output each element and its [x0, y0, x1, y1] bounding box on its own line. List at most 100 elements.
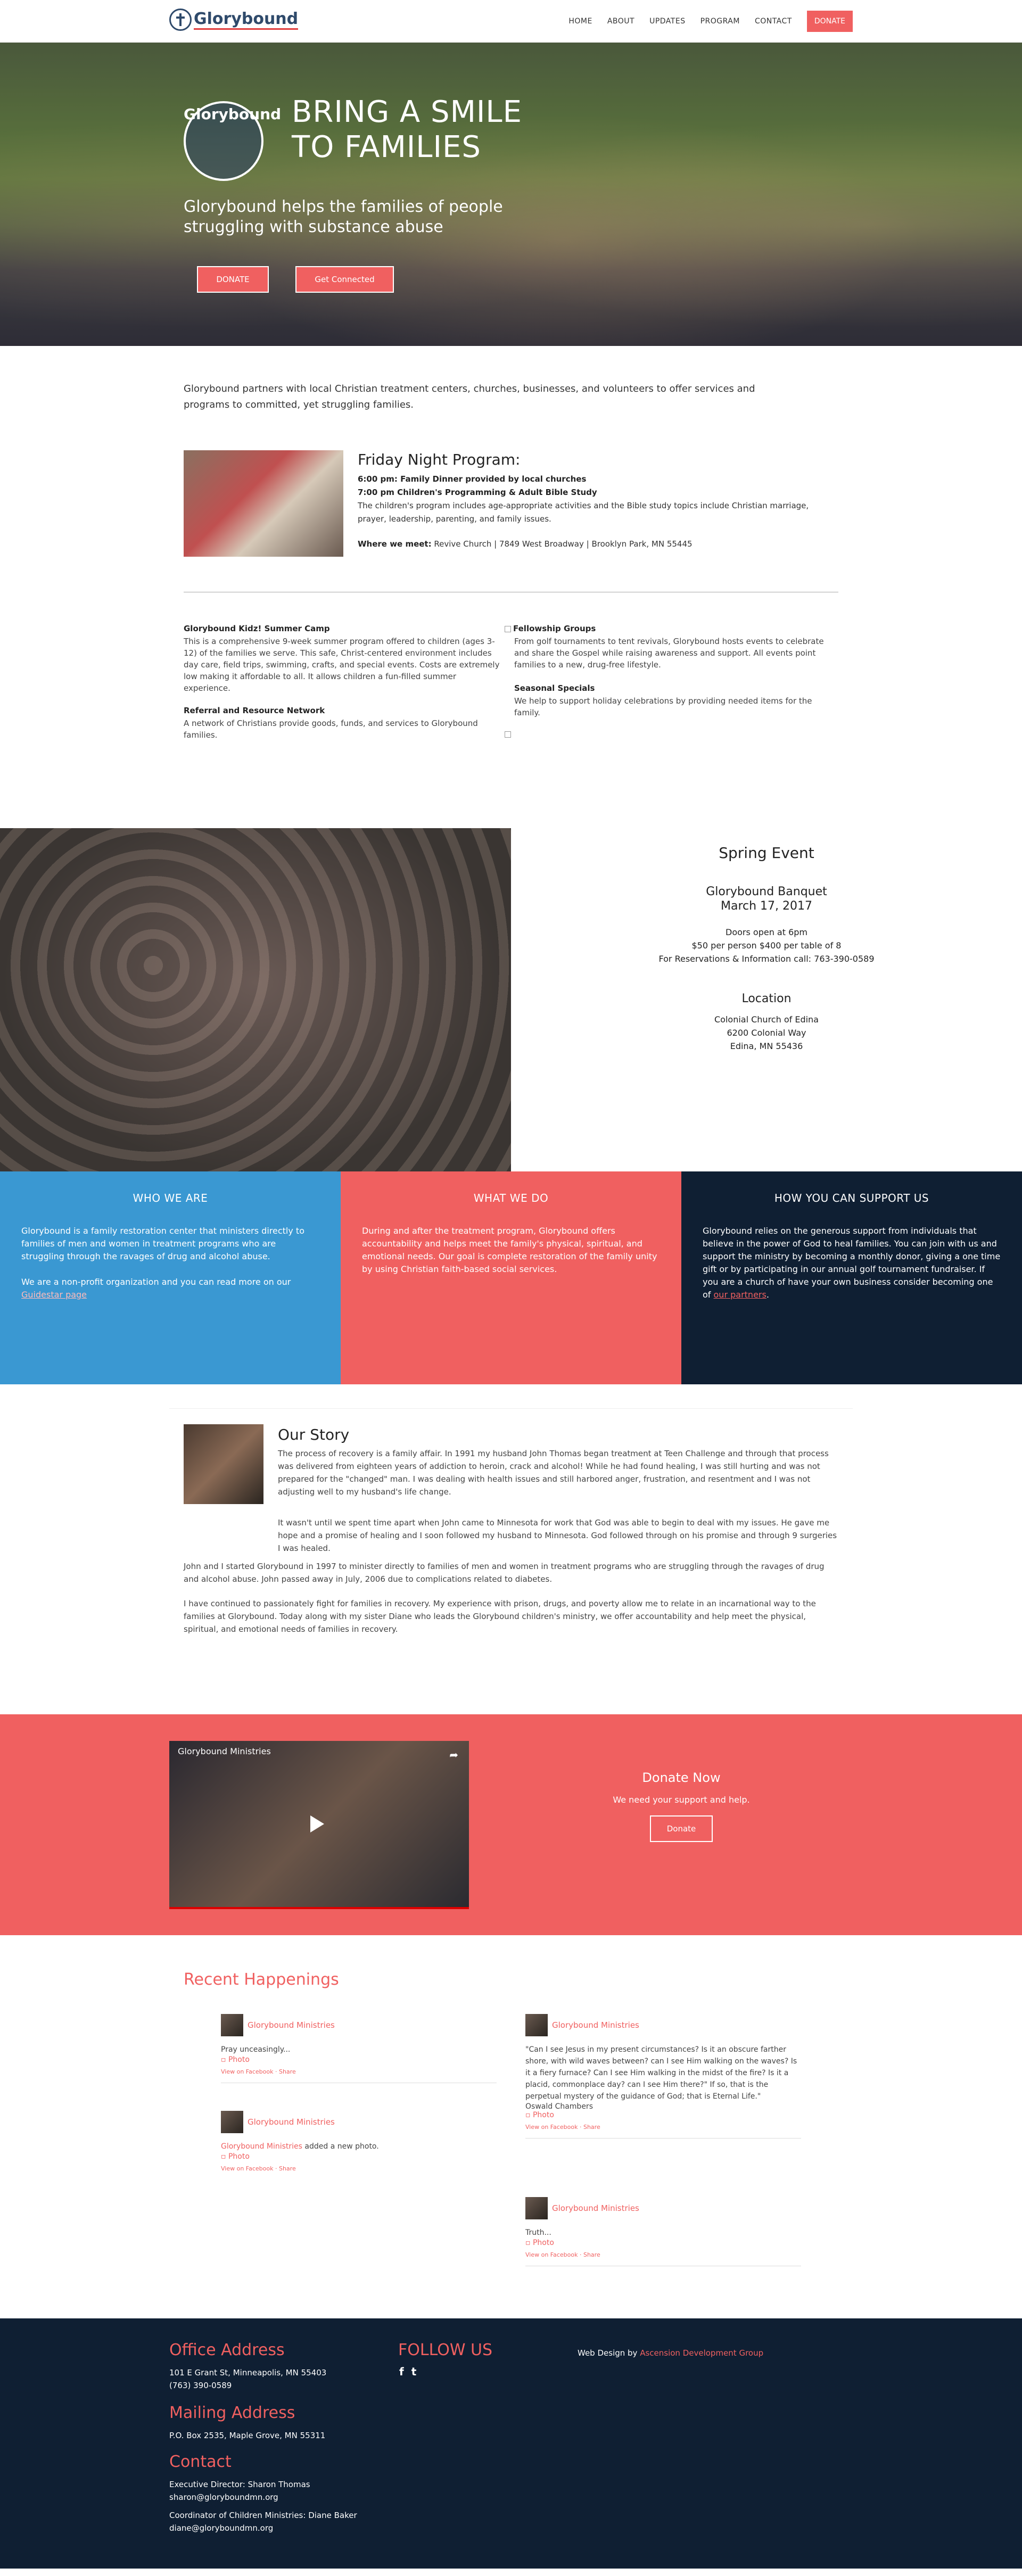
site-logo[interactable]: Glorybound [169, 9, 299, 31]
story-paragraph-2: It wasn't until we spent time apart when… [278, 1518, 837, 1553]
post-meta[interactable]: View on Facebook · Share [221, 2165, 497, 2172]
feed-post: Glorybound Ministries Pray unceasingly..… [221, 2014, 497, 2083]
location-line2: 6200 Colonial Way [727, 1028, 806, 1038]
post-text: Pray unceasingly... [221, 2045, 291, 2054]
site-footer: Office Address 101 E Grant St, Minneapol… [0, 2318, 1022, 2569]
contact-director: Executive Director: Sharon Thomas [169, 2480, 310, 2489]
event-doors: Doors open at 6pm [726, 927, 807, 937]
story-paragraph-4: I have continued to passionately fight f… [184, 1599, 816, 1634]
post-meta[interactable]: View on Facebook · Share [221, 2068, 497, 2075]
post-meta[interactable]: View on Facebook · Share [525, 2124, 801, 2131]
feed-post: Glorybound Ministries Glorybound Ministr… [221, 2111, 497, 2172]
program-details: Friday Night Program: 6:00 pm: Family Di… [358, 450, 837, 551]
program-description: The children's program includes age-appr… [358, 501, 809, 524]
nav-contact[interactable]: CONTACT [755, 17, 792, 26]
post-text-link[interactable]: Glorybound Ministries [221, 2142, 302, 2151]
post-photo-link[interactable]: ▫ Photo [525, 2111, 554, 2119]
share-icon[interactable]: ➦ [449, 1748, 458, 1761]
services-left-column: Glorybound Kidz! Summer Camp This is a c… [184, 623, 503, 741]
spring-event-info: Spring Event Glorybound Banquet March 17… [511, 828, 1022, 1171]
who-title: WHO WE ARE [133, 1192, 208, 1204]
post-author[interactable]: Glorybound Ministries [552, 2203, 639, 2213]
program-location: Where we meet: Revive Church | 7849 West… [358, 538, 837, 551]
contact-director-email[interactable]: sharon@gloryboundmn.org [169, 2491, 357, 2504]
play-icon[interactable] [310, 1815, 324, 1832]
fellowship-text: From golf tournaments to tent revivals, … [514, 637, 824, 670]
story-paragraph-1: The process of recovery is a family affa… [278, 1449, 829, 1497]
post-text: Glorybound Ministries added a new photo. [221, 2142, 379, 2151]
how-title: HOW YOU CAN SUPPORT US [774, 1192, 929, 1204]
credit-link[interactable]: Ascension Development Group [640, 2348, 763, 2358]
hero-logo-text: Glorybound [184, 105, 282, 123]
our-story-section: Our Story The process of recovery is a f… [0, 1384, 1022, 1714]
what-text: During and after the treatment program, … [362, 1226, 657, 1274]
nav-program[interactable]: PROGRAM [700, 17, 740, 26]
program-line2: 7:00 pm Children's Programming & Adult B… [358, 488, 597, 497]
office-title: Office Address [169, 2341, 285, 2359]
post-divider [525, 2138, 801, 2139]
office-line2: (763) 390-0589 [169, 2381, 232, 2390]
web-design-credit: Web Design by Ascension Development Grou… [578, 2348, 764, 2358]
post-photo-link[interactable]: ▫ Photo [525, 2239, 554, 2247]
story-paragraph-3: John and I started Glorybound in 1997 to… [184, 1562, 825, 1584]
support-us-box: HOW YOU CAN SUPPORT US Glorybound relies… [681, 1171, 1022, 1384]
post-author[interactable]: Glorybound Ministries [248, 2117, 335, 2127]
event-reservations: For Reservations & Information call: 763… [658, 954, 875, 964]
hero-banner: Glorybound BRING A SMILE TO FAMILIES Glo… [0, 43, 1022, 346]
video-player[interactable]: Glorybound Ministries ➦ [169, 1741, 469, 1909]
story-photo [184, 1424, 263, 1504]
who-text: Glorybound is a family restoration cente… [21, 1226, 304, 1261]
story-title: Our Story [278, 1426, 350, 1443]
avatar[interactable] [221, 2014, 243, 2036]
donate-button[interactable]: Donate [649, 1815, 713, 1842]
nav-about[interactable]: ABOUT [607, 17, 634, 26]
donate-heading: Donate Now [642, 1770, 721, 1785]
twitter-icon[interactable]: t [411, 2365, 417, 2378]
info-boxes: WHO WE ARE Glorybound is a family restor… [0, 1171, 1022, 1384]
guidestar-link[interactable]: Guidestar page [21, 1290, 87, 1300]
logo-cross-icon [169, 9, 192, 31]
post-meta[interactable]: View on Facebook · Share [525, 2251, 801, 2258]
nav-home[interactable]: HOME [568, 17, 592, 26]
video-progress-bar [169, 1907, 469, 1909]
mailing-address: P.O. Box 2535, Maple Grove, MN 55311 [169, 2431, 326, 2440]
avatar[interactable] [525, 2014, 548, 2036]
main-nav: HOME ABOUT UPDATES PROGRAM CONTACT DONAT… [568, 11, 853, 32]
intro-section: Glorybound partners with local Christian… [0, 346, 1022, 828]
facebook-icon[interactable]: f [399, 2365, 404, 2378]
social-links: f t [399, 2365, 416, 2378]
fellowship-title: Fellowship Groups [505, 623, 835, 634]
recent-title: Recent Happenings [184, 1970, 339, 1989]
hero-title-line2: TO FAMILIES [292, 130, 481, 164]
location-line1: Colonial Church of Edina [714, 1014, 819, 1025]
post-photo-link[interactable]: ▫ Photo [221, 2152, 250, 2161]
post-text: Truth... [525, 2228, 551, 2237]
post-author[interactable]: Glorybound Ministries [248, 2020, 335, 2030]
hero-subtitle: Glorybound helps the families of people … [184, 197, 503, 236]
partners-link[interactable]: our partners [714, 1290, 767, 1300]
office-address: 101 E Grant St, Minneapolis, MN 55403 (7… [169, 2366, 326, 2392]
contact-coordinator: Coordinator of Children Ministries: Dian… [169, 2511, 357, 2520]
video-title: Glorybound Ministries [178, 1746, 271, 1756]
post-text: "Can I see Jesus in my present circumsta… [525, 2045, 797, 2101]
spring-event-section: Spring Event Glorybound Banquet March 17… [0, 828, 1022, 1171]
where-value: Revive Church | 7849 West Broadway | Bro… [431, 539, 693, 549]
mailing-title: Mailing Address [169, 2404, 295, 2422]
event-name: Glorybound Banquet [706, 885, 827, 898]
referral-text: A network of Christians provide goods, f… [184, 719, 478, 740]
nav-updates[interactable]: UPDATES [649, 17, 686, 26]
avatar[interactable] [221, 2111, 243, 2133]
site-header: Glorybound HOME ABOUT UPDATES PROGRAM CO… [0, 0, 1022, 43]
intro-text: Glorybound partners with local Christian… [184, 383, 755, 410]
nav-donate-button[interactable]: DONATE [806, 11, 853, 32]
broken-image-icon [505, 625, 511, 632]
post-author[interactable]: Glorybound Ministries [552, 2020, 639, 2030]
program-photo [184, 450, 343, 557]
feed-post: Glorybound Ministries "Can I see Jesus i… [525, 2014, 801, 2139]
hero-donate-button[interactable]: DONATE [197, 266, 269, 293]
post-photo-link[interactable]: ▫ Photo [221, 2055, 250, 2064]
get-connected-button[interactable]: Get Connected [295, 266, 394, 293]
avatar[interactable] [525, 2197, 548, 2219]
donate-text: We need your support and help. [613, 1795, 750, 1805]
contact-coordinator-email[interactable]: diane@gloryboundmn.org [169, 2522, 357, 2534]
